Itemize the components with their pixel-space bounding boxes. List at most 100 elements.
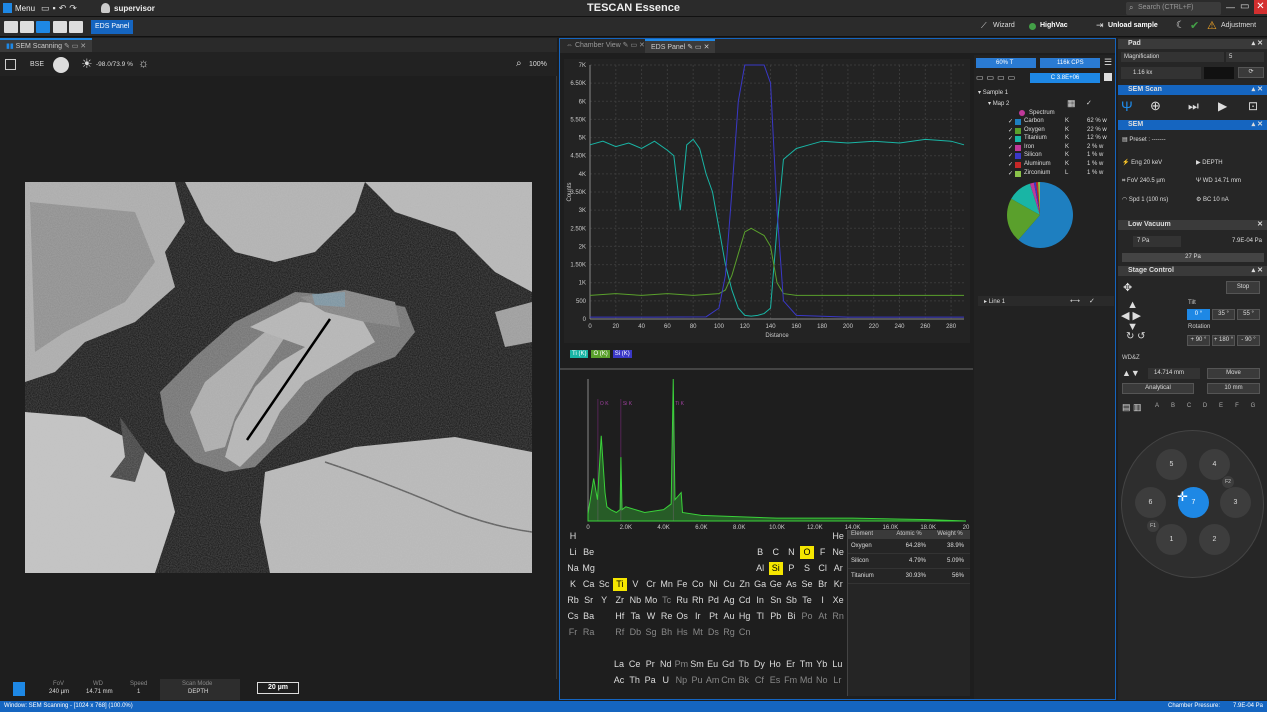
quant-row[interactable]: Silicon 4.79% 5.09% [848, 554, 970, 569]
eng-control[interactable]: ⚡ Eng 20 keV [1122, 159, 1162, 166]
element-tc[interactable]: Tc [660, 594, 674, 607]
element-he[interactable]: He [831, 530, 845, 543]
tilt-0-button[interactable]: 0 ° [1187, 309, 1210, 320]
bc-control[interactable]: ⚙ BC 10 nA [1196, 196, 1229, 203]
element-ds[interactable]: Ds [706, 626, 720, 639]
element-i[interactable]: I [816, 594, 830, 607]
tilt-35-button[interactable]: 35 ° [1212, 309, 1235, 320]
element-fe[interactable]: Fe [675, 578, 689, 591]
element-pt[interactable]: Pt [706, 610, 720, 623]
unload-sample-button[interactable]: Unload sample [1108, 22, 1158, 29]
play-icon[interactable]: ▶ [1218, 99, 1227, 113]
element-check-icon[interactable]: ✓ [1008, 118, 1013, 125]
element-c[interactable]: C [769, 546, 783, 559]
element-xe[interactable]: Xe [831, 594, 845, 607]
element-ne[interactable]: Ne [831, 546, 845, 559]
element-lu[interactable]: Lu [830, 658, 844, 671]
fov-control[interactable]: ⌗ FoV 240.5 µm [1122, 178, 1165, 185]
element-at[interactable]: At [816, 610, 830, 623]
wd-control[interactable]: Ψ WD 14.71 mm [1196, 178, 1241, 184]
element-s[interactable]: S [800, 562, 814, 575]
position-c-button[interactable]: C [1184, 403, 1194, 409]
holder-5[interactable]: 5 [1156, 449, 1187, 480]
adjustment-button[interactable]: Adjustment [1221, 22, 1256, 29]
element-eu[interactable]: Eu [706, 658, 720, 671]
magnification-step[interactable]: 5 [1226, 52, 1264, 62]
z-arrows-icon[interactable]: ▲▼ [1122, 368, 1140, 378]
crosshair-icon[interactable]: ⊕ [1150, 98, 1161, 114]
element-fr[interactable]: Fr [566, 626, 580, 639]
element-as[interactable]: As [784, 578, 798, 591]
element-ac[interactable]: Ac [612, 674, 626, 687]
element-sn[interactable]: Sn [769, 594, 783, 607]
element-bk[interactable]: Bk [737, 674, 751, 687]
element-cs[interactable]: Cs [566, 610, 580, 623]
element-yb[interactable]: Yb [815, 658, 829, 671]
series-line-si[interactable] [590, 64, 964, 318]
element-lr[interactable]: Lr [830, 674, 844, 687]
scan-mode-box[interactable]: Scan Mode DEPTH [160, 679, 240, 700]
chip-si[interactable]: Si (K) [612, 350, 632, 358]
element-rf[interactable]: Rf [613, 626, 627, 639]
spectrum-label[interactable]: Spectrum [1029, 110, 1055, 116]
file-actions-icon[interactable]: ▭▪↶↷ [41, 3, 80, 14]
chip-o[interactable]: O (K) [591, 350, 610, 358]
zoom-icon[interactable]: ⌕ [516, 58, 522, 69]
element-tb[interactable]: Tb [737, 658, 751, 671]
stage-arrows-icon[interactable]: ▲ ◀ ▶ ▼ [1121, 300, 1141, 333]
element-be[interactable]: Be [582, 546, 596, 559]
element-ra[interactable]: Ra [582, 626, 596, 639]
stage-control-header[interactable]: Stage Control ▴ ✕ [1118, 266, 1267, 276]
element-es[interactable]: Es [768, 674, 782, 687]
tree-map[interactable]: ▾ Map 2 [988, 100, 1009, 107]
element-dy[interactable]: Dy [752, 658, 766, 671]
element-check-icon[interactable]: ✓ [1008, 127, 1013, 134]
element-tm[interactable]: Tm [799, 658, 813, 671]
holder-6[interactable]: 6 [1135, 487, 1166, 518]
element-te[interactable]: Te [800, 594, 814, 607]
element-np[interactable]: Np [674, 674, 688, 687]
tab-sem-scanning[interactable]: ▮▮ SEM Scanning ✎ ▭ ✕ [0, 38, 93, 52]
rot-plus90-button[interactable]: + 90 ° [1187, 335, 1210, 346]
detector-select[interactable]: BSE [30, 61, 44, 68]
element-rg[interactable]: Rg [722, 626, 736, 639]
acquisition-icons[interactable]: ▭▭▭▭ [976, 73, 1018, 82]
element-nd[interactable]: Nd [659, 658, 673, 671]
element-row[interactable]: ✓ Zirconium L 1 % w [974, 170, 1115, 178]
unload-icon[interactable]: ⇥ [1096, 20, 1104, 31]
element-row[interactable]: ✓ Carbon K 62 % w [974, 118, 1115, 126]
element-fm[interactable]: Fm [784, 674, 798, 687]
element-sb[interactable]: Sb [784, 594, 798, 607]
element-si[interactable]: Si [768, 562, 783, 575]
element-ag[interactable]: Ag [722, 594, 736, 607]
element-mt[interactable]: Mt [691, 626, 705, 639]
auto-brightness-icon[interactable]: ☼ [138, 56, 149, 70]
element-row[interactable]: ✓ Oxygen K 22 % w [974, 127, 1115, 135]
element-mg[interactable]: Mg [582, 562, 596, 575]
rot-plus180-button[interactable]: + 180 ° [1212, 335, 1235, 346]
tree-line[interactable]: ▸ Line 1 ⟷ ✓ [978, 296, 1114, 306]
ten-mm-button[interactable]: 10 mm [1207, 383, 1260, 394]
element-pa[interactable]: Pa [643, 674, 657, 687]
element-ca[interactable]: Ca [582, 578, 596, 591]
element-se[interactable]: Se [800, 578, 814, 591]
tilt-55-button[interactable]: 55 ° [1237, 309, 1260, 320]
element-pd[interactable]: Pd [706, 594, 720, 607]
holder-1[interactable]: 1 [1156, 524, 1187, 555]
pad-header[interactable]: Pad ▴ ✕ [1118, 39, 1267, 49]
layout-icons[interactable] [4, 21, 83, 35]
series-line-ti[interactable] [589, 138, 965, 317]
element-sr[interactable]: Sr [582, 594, 596, 607]
search-input[interactable]: ⌕ Search (CTRL+F) [1126, 2, 1221, 15]
element-ru[interactable]: Ru [675, 594, 689, 607]
tree-sample[interactable]: ▾ Sample 1 [978, 89, 1008, 96]
menu-icon[interactable]: ☰ [1104, 57, 1112, 68]
position-d-button[interactable]: D [1200, 403, 1210, 409]
element-tl[interactable]: Tl [753, 610, 767, 623]
element-check-icon[interactable]: ✓ [1008, 170, 1013, 177]
sem-scan-header[interactable]: SEM Scan ▴ ✕ [1118, 85, 1267, 95]
element-pb[interactable]: Pb [769, 610, 783, 623]
selection-icon[interactable] [5, 59, 16, 70]
maximize-icon[interactable]: ▭ [1240, 1, 1249, 12]
element-pm[interactable]: Pm [674, 658, 689, 671]
